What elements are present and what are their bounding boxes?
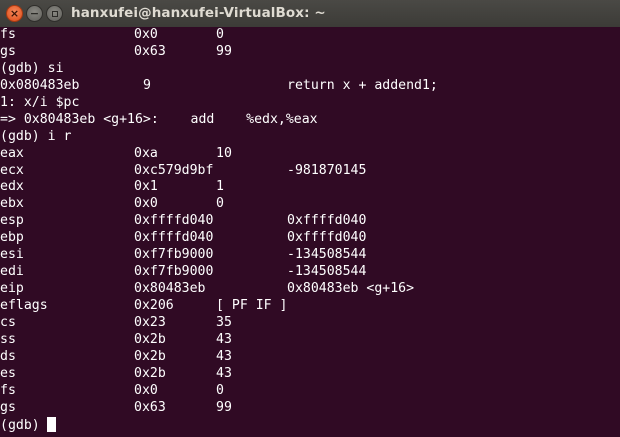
register-value: 43 [216, 348, 232, 364]
register-row: esp 0xffffd040 0xffffd040 [0, 213, 620, 230]
maximize-button[interactable] [46, 5, 63, 22]
register-value: 0xffffd040 [287, 213, 367, 229]
register-value: 0 [216, 382, 224, 398]
display-expression-line: 1: x/i $pc [0, 95, 620, 112]
maximize-icon [51, 10, 58, 17]
register-line: gs 0x63 99 [0, 44, 620, 61]
close-button[interactable]: × [6, 5, 23, 22]
command-text: (gdb) i r [0, 128, 72, 144]
register-hex: 0xc579d9bf [134, 162, 214, 178]
register-value: -134508544 [287, 264, 367, 280]
register-name: edx [0, 179, 24, 195]
register-name: fs [0, 382, 16, 398]
source-address: 0x080483eb [0, 77, 80, 93]
register-value: 43 [216, 331, 232, 347]
prompt-line[interactable]: (gdb) [0, 416, 620, 435]
register-hex: 0xffffd040 [134, 213, 214, 229]
register-row: ecx 0xc579d9bf -981870145 [0, 163, 620, 180]
register-row: es 0x2b 43 [0, 366, 620, 383]
register-value: 0 [216, 196, 224, 212]
disassembly-line: => 0x80483eb <g+16>: add %edx,%eax [0, 112, 620, 129]
register-hex: 0x0 [134, 27, 158, 42]
close-icon: × [9, 7, 20, 20]
register-value: 0x80483eb <g+16> [287, 281, 415, 297]
register-hex: 0x206 [134, 298, 174, 313]
register-hex: 0x23 [134, 314, 166, 330]
register-name: eip [0, 281, 24, 297]
register-row: edi 0xf7fb9000 -134508544 [0, 264, 620, 281]
register-hex: 0xf7fb9000 [134, 247, 214, 263]
window-title: hanxufei@hanxufei-VirtualBox: ~ [71, 5, 326, 21]
register-hex: 0x0 [134, 196, 158, 212]
register-hex: 0xffffd040 [134, 230, 214, 246]
register-hex: 0x63 [134, 43, 166, 59]
register-hex: 0x2b [134, 365, 166, 381]
display-expression: 1: x/i $pc [0, 94, 80, 110]
register-line: fs 0x0 0 [0, 27, 620, 44]
disassembly-text: => 0x80483eb <g+16>: add %edx,%eax [0, 111, 318, 127]
register-name: ebx [0, 196, 24, 212]
register-hex: 0x1 [134, 179, 158, 195]
source-code: return x + addend1; [287, 77, 438, 93]
register-hex: 0x0 [134, 382, 158, 398]
register-value: 0xffffd040 [287, 230, 367, 246]
text-cursor [46, 416, 56, 432]
register-name: es [0, 365, 16, 381]
register-name: esi [0, 247, 24, 263]
register-row: edx 0x1 1 [0, 179, 620, 196]
register-value: 99 [216, 43, 232, 59]
register-name: eax [0, 145, 24, 161]
register-hex: 0x80483eb [134, 281, 206, 297]
register-name: esp [0, 213, 24, 229]
register-name: edi [0, 264, 24, 280]
register-name: ss [0, 331, 16, 347]
title-bar[interactable]: × − hanxufei@hanxufei-VirtualBox: ~ [0, 0, 620, 28]
register-row: ebx 0x0 0 [0, 196, 620, 213]
register-row: ebp 0xffffd040 0xffffd040 [0, 230, 620, 247]
gdb-prompt: (gdb) [0, 417, 40, 433]
register-hex: 0x2b [134, 331, 166, 347]
register-name: ebp [0, 230, 24, 246]
register-name: gs [0, 43, 16, 59]
register-row: eflags 0x206 [ PF IF ] [0, 298, 620, 315]
prompt-text: (gdb) [0, 416, 56, 435]
terminal-output[interactable]: fs 0x0 0 gs 0x63 99 (gdb) si 0x080483eb … [0, 27, 620, 437]
register-value: 43 [216, 365, 232, 381]
register-name: ecx [0, 162, 24, 178]
register-value: [ PF IF ] [216, 298, 288, 313]
register-row: gs 0x63 99 [0, 400, 620, 417]
register-row: fs 0x0 0 [0, 383, 620, 400]
register-hex: 0x63 [134, 399, 166, 415]
register-value: 0 [216, 27, 224, 42]
register-hex: 0xa [134, 145, 158, 161]
register-hex: 0x2b [134, 348, 166, 364]
register-hex: 0xf7fb9000 [134, 264, 214, 280]
minimize-button[interactable]: − [26, 5, 43, 22]
terminal-window: × − hanxufei@hanxufei-VirtualBox: ~ fs 0… [0, 0, 620, 437]
register-name: eflags [0, 298, 48, 313]
command-text: (gdb) si [0, 60, 64, 76]
register-row: ss 0x2b 43 [0, 332, 620, 349]
source-line: 0x080483eb 9 return x + addend1; [0, 78, 620, 95]
register-value: -134508544 [287, 247, 367, 263]
register-name: fs [0, 27, 16, 42]
register-row: cs 0x23 35 [0, 315, 620, 332]
register-value: 1 [216, 179, 224, 195]
register-table: eax 0xa 10 ecx 0xc579d9bf -981870145 edx 0x1 1… [0, 146, 620, 417]
register-row: eip 0x80483eb 0x80483eb <g+16> [0, 281, 620, 298]
register-value: 10 [216, 145, 232, 161]
register-row: ds 0x2b 43 [0, 349, 620, 366]
register-value: 99 [216, 399, 232, 415]
register-name: cs [0, 314, 16, 330]
register-row: eax 0xa 10 [0, 146, 620, 163]
source-line-number: 9 [143, 77, 151, 93]
command-line: (gdb) si [0, 61, 620, 78]
register-name: gs [0, 399, 16, 415]
register-name: ds [0, 348, 16, 364]
register-value: 35 [216, 314, 232, 330]
register-value: -981870145 [287, 162, 367, 178]
command-line: (gdb) i r [0, 129, 620, 146]
register-row: esi 0xf7fb9000 -134508544 [0, 247, 620, 264]
minimize-icon: − [29, 7, 40, 20]
